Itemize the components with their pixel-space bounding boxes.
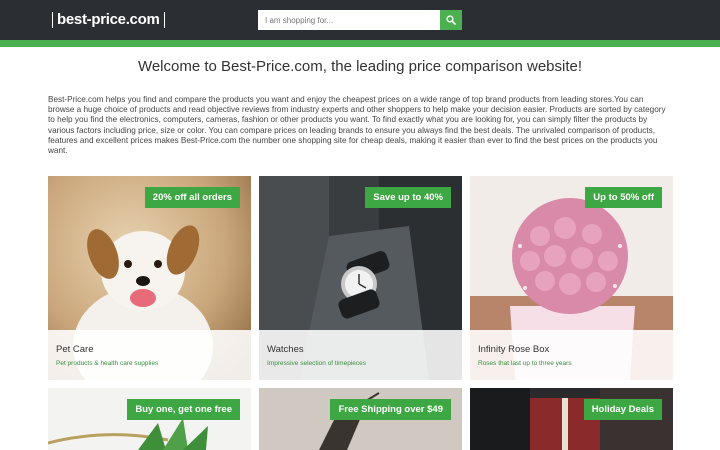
search-icon bbox=[446, 15, 456, 25]
promo-badge: Save up to 40% bbox=[365, 187, 451, 208]
card-subtitle: Roses that last up to three years bbox=[478, 360, 572, 367]
accent-stripe bbox=[0, 40, 720, 47]
search-bar bbox=[258, 10, 462, 30]
site-logo[interactable]: best-price.com bbox=[48, 9, 169, 30]
card-caption: Pet Care Pet products & health care supp… bbox=[48, 330, 251, 380]
card-subtitle: Impressive selection of timepieces bbox=[267, 360, 366, 367]
category-card-pet-care[interactable]: 20% off all orders Pet Care Pet products… bbox=[48, 176, 251, 380]
category-card-infinity-rose-box[interactable]: Up to 50% off Infinity Rose Box Roses th… bbox=[470, 176, 673, 380]
intro-text: Best-Price.com helps you find and compar… bbox=[48, 95, 666, 156]
logo-text: best-price.com bbox=[57, 11, 160, 28]
card-title: Pet Care bbox=[56, 344, 94, 355]
card-caption: Watches Impressive selection of timepiec… bbox=[259, 330, 462, 380]
promo-badge: Buy one, get one free bbox=[127, 399, 240, 420]
promo-badge: Up to 50% off bbox=[585, 187, 662, 208]
category-card-holiday-deals[interactable]: Holiday Deals bbox=[470, 388, 673, 450]
category-card-free-shipping[interactable]: Free Shipping over $49 bbox=[259, 388, 462, 450]
card-title: Infinity Rose Box bbox=[478, 344, 550, 355]
promo-badge: Free Shipping over $49 bbox=[330, 399, 451, 420]
category-card-bogo[interactable]: Buy one, get one free bbox=[48, 388, 251, 450]
card-caption: Infinity Rose Box Roses that last up to … bbox=[470, 330, 673, 380]
search-button[interactable] bbox=[440, 10, 462, 30]
promo-badge: Holiday Deals bbox=[583, 399, 662, 420]
category-card-watches[interactable]: Save up to 40% Watches Impressive select… bbox=[259, 176, 462, 380]
promo-badge: 20% off all orders bbox=[144, 187, 240, 208]
search-input[interactable] bbox=[258, 10, 440, 30]
card-subtitle: Pet products & health care supplies bbox=[56, 360, 159, 367]
page-title: Welcome to Best-Price.com, the leading p… bbox=[137, 58, 583, 75]
card-title: Watches bbox=[267, 344, 304, 355]
